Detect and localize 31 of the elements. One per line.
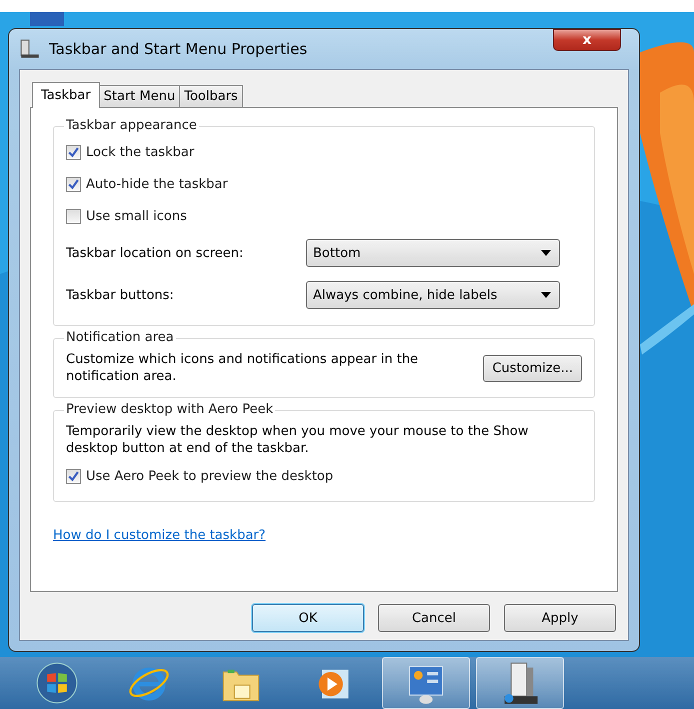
description-text: Customize which icons and notifications appear in the notification area. bbox=[66, 351, 420, 385]
description-text: Temporarily view the desktop when you move your mouse to the Show desktop button at end of the taskbar. bbox=[66, 423, 530, 457]
window-title: Taskbar and Start Menu Properties bbox=[49, 40, 308, 58]
dropdown[interactable]: Always combine, hide labels bbox=[306, 281, 560, 309]
dropdown-label: Taskbar buttons: bbox=[66, 288, 175, 302]
tab[interactable]: Start Menu bbox=[98, 85, 180, 107]
checkbox-label: Use Aero Peek to preview the desktop bbox=[86, 468, 334, 484]
taskbar-properties-icon bbox=[19, 38, 41, 60]
dialog-button[interactable]: Cancel bbox=[378, 604, 490, 632]
tab[interactable]: Toolbars bbox=[179, 85, 243, 107]
checkbox[interactable] bbox=[66, 176, 81, 192]
checkbox-label: Lock the taskbar bbox=[86, 144, 194, 160]
help-link[interactable]: How do I customize the taskbar? bbox=[53, 528, 266, 543]
checkbox[interactable] bbox=[66, 144, 81, 160]
caret-icon bbox=[541, 250, 551, 256]
checkbox-label: Use small icons bbox=[86, 208, 187, 224]
dropdown-label: Taskbar location on screen: bbox=[66, 246, 244, 260]
customize-button[interactable]: Customize... bbox=[483, 354, 582, 382]
dialog-button[interactable]: Apply bbox=[504, 604, 616, 632]
close-button[interactable]: x bbox=[553, 29, 621, 51]
checkbox-label: Auto-hide the taskbar bbox=[86, 176, 228, 192]
group-title: Taskbar appearance bbox=[64, 118, 199, 133]
tab[interactable]: Taskbar bbox=[32, 82, 100, 108]
caret-icon bbox=[541, 292, 551, 298]
dialog-button[interactable]: OK bbox=[252, 604, 364, 632]
checkbox[interactable] bbox=[66, 208, 81, 224]
group-title: Preview desktop with Aero Peek bbox=[64, 402, 276, 417]
dropdown[interactable]: Bottom bbox=[306, 239, 560, 267]
taskbar-button[interactable] bbox=[476, 657, 564, 709]
checkbox[interactable] bbox=[66, 468, 81, 484]
start-orb-icon bbox=[35, 661, 79, 705]
